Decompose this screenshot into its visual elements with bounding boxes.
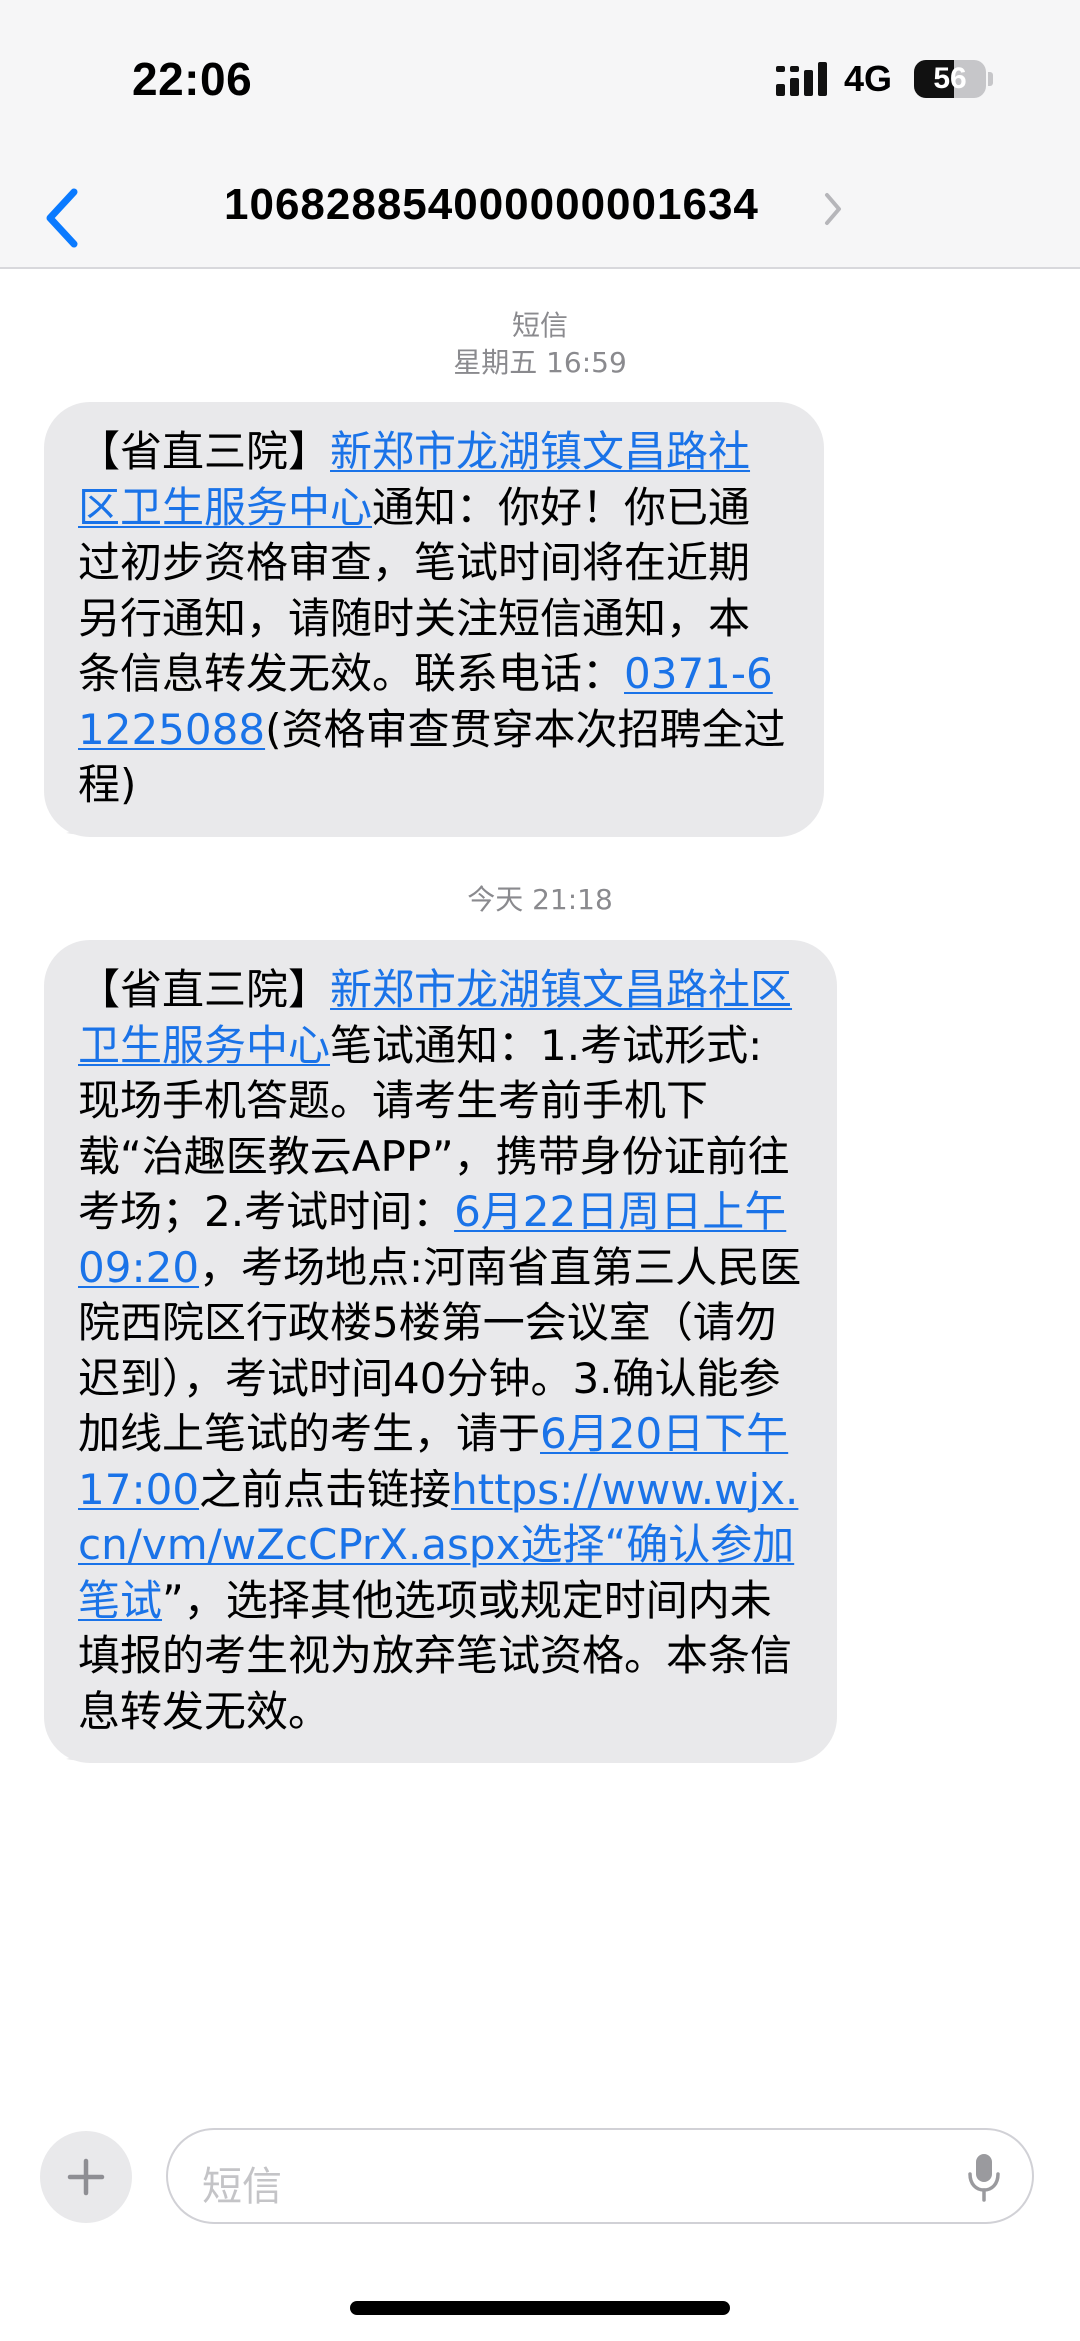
message-text: 【省直三院】新郑市龙湖镇文昌路社区卫生服务中心通知：你好！你已通过初步资格审查，… bbox=[78, 424, 790, 813]
microphone-icon[interactable] bbox=[966, 2152, 1002, 2204]
text-segment: 【省直三院】 bbox=[78, 965, 331, 1014]
plus-icon bbox=[67, 2158, 105, 2196]
message-bubble[interactable]: 【省直三院】新郑市龙湖镇文昌路社区卫生服务中心通知：你好！你已通过初步资格审查，… bbox=[44, 402, 824, 837]
top-bar: 22:06 4G 56 106828854000000001634 bbox=[0, 0, 1080, 269]
message-text: 【省直三院】新郑市龙湖镇文昌路社区卫生服务中心笔试通知：1.考试形式:现场手机答… bbox=[78, 962, 803, 1739]
battery-icon: 56 bbox=[914, 60, 986, 98]
battery-cap bbox=[988, 72, 993, 86]
message-timestamp: 今天 21:18 bbox=[467, 883, 613, 916]
chevron-right-icon[interactable] bbox=[822, 190, 844, 228]
input-placeholder: 短信 bbox=[202, 2164, 282, 2210]
status-time: 22:06 bbox=[132, 53, 253, 105]
text-segment: 【省直三院】 bbox=[78, 427, 331, 476]
message-bubble[interactable]: 【省直三院】新郑市龙湖镇文昌路社区卫生服务中心笔试通知：1.考试形式:现场手机答… bbox=[44, 940, 837, 1763]
contact-title[interactable]: 106828854000000001634 bbox=[224, 180, 759, 230]
cellular-signal-icon bbox=[776, 62, 827, 96]
add-attachment-button[interactable] bbox=[40, 2131, 132, 2223]
chevron-left-icon[interactable] bbox=[40, 184, 88, 252]
text-segment: 之前点击链接 bbox=[199, 1464, 452, 1514]
network-type: 4G bbox=[844, 58, 893, 99]
service-label: 短信 bbox=[511, 309, 568, 342]
message-input[interactable]: 短信 bbox=[166, 2128, 1034, 2224]
battery-level: 56 bbox=[933, 62, 967, 95]
message-timestamp: 星期五 16:59 bbox=[453, 346, 627, 379]
text-segment: ”，选择其他选项或规定时间内未填报的考生视为放弃笔试资格。本条信息转发无效。 bbox=[78, 1575, 793, 1736]
home-indicator[interactable] bbox=[350, 2301, 730, 2315]
